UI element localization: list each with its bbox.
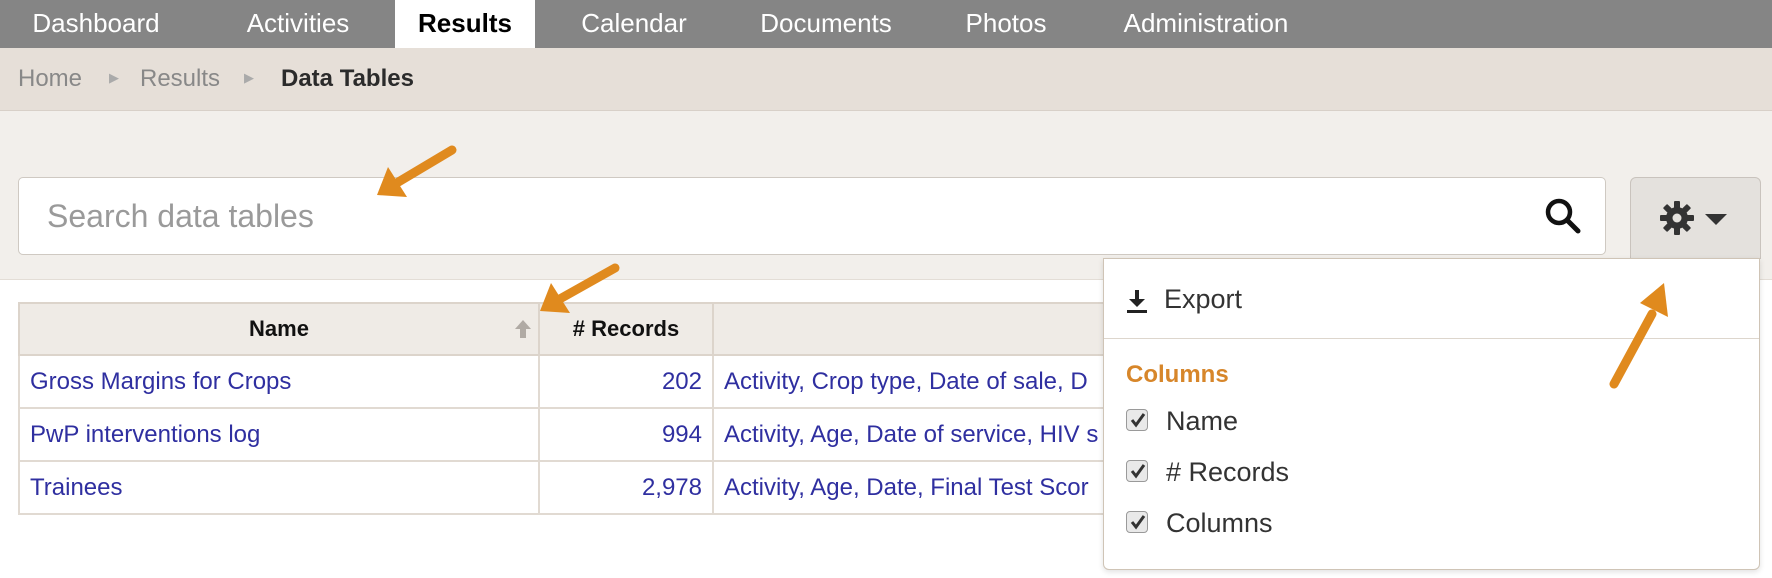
search-icon <box>1545 198 1581 234</box>
table-cell-records[interactable]: 994 <box>538 407 714 462</box>
table-cell-name[interactable]: Gross Margins for Crops <box>18 354 540 409</box>
table-cell-name[interactable]: PwP interventions log <box>18 407 540 462</box>
top-nav: Dashboard Activities Results Calendar Do… <box>0 0 1772 48</box>
tab-administration[interactable]: Administration <box>1100 0 1312 48</box>
breadcrumb-current: Data Tables <box>281 65 414 92</box>
breadcrumb-separator-icon: ▶ <box>109 70 119 85</box>
search-button[interactable] <box>1543 196 1583 236</box>
settings-dropdown-menu: Export Columns Name # Records Columns <box>1103 258 1760 570</box>
gear-icon <box>1660 201 1694 235</box>
checkbox-checked[interactable] <box>1126 511 1148 533</box>
breadcrumb: Home ▶ Results ▶ Data Tables <box>0 48 1772 111</box>
checkmark-icon <box>1130 413 1146 428</box>
table-row[interactable]: PwP interventions log 994 Activity, Age,… <box>18 407 1164 462</box>
column-header-records[interactable]: # Records <box>538 302 714 356</box>
tab-documents[interactable]: Documents <box>735 0 917 48</box>
settings-dropdown-button[interactable] <box>1630 177 1761 259</box>
export-label: Export <box>1164 284 1243 314</box>
search-input[interactable] <box>47 192 1527 240</box>
column-toggle-label: # Records <box>1166 457 1290 487</box>
table-cell-name[interactable]: Trainees <box>18 460 540 515</box>
checkbox-checked[interactable] <box>1126 460 1148 482</box>
download-icon <box>1127 290 1147 313</box>
breadcrumb-home[interactable]: Home <box>18 48 82 110</box>
table-cell-columns[interactable]: Activity, Age, Date, Final Test Scor <box>712 460 1164 515</box>
column-header-label: Name <box>249 316 309 341</box>
data-tables-table: Name # Records Gross Margins for Crops 2… <box>18 302 1164 515</box>
tab-calendar[interactable]: Calendar <box>555 0 713 48</box>
tab-photos[interactable]: Photos <box>940 0 1072 48</box>
table-header-row: Name # Records <box>18 302 1164 356</box>
table-row[interactable]: Trainees 2,978 Activity, Age, Date, Fina… <box>18 460 1164 515</box>
checkbox-checked[interactable] <box>1126 409 1148 431</box>
checkmark-icon <box>1130 515 1146 530</box>
tab-activities[interactable]: Activities <box>200 0 396 48</box>
breadcrumb-results[interactable]: Results <box>140 48 220 110</box>
table-cell-columns[interactable]: Activity, Age, Date of service, HIV s <box>712 407 1164 462</box>
table-cell-columns[interactable]: Activity, Crop type, Date of sale, D <box>712 354 1164 409</box>
column-toggle-label: Name <box>1166 406 1239 436</box>
checkmark-icon <box>1130 464 1146 479</box>
breadcrumb-separator-icon: ▶ <box>244 70 254 85</box>
column-header-columns[interactable] <box>712 302 1164 356</box>
table-cell-records[interactable]: 2,978 <box>538 460 714 515</box>
tab-dashboard[interactable]: Dashboard <box>16 0 176 48</box>
table-row[interactable]: Gross Margins for Crops 202 Activity, Cr… <box>18 354 1164 409</box>
menu-divider <box>1104 338 1759 339</box>
column-toggle-label: Columns <box>1166 508 1273 538</box>
columns-section-header: Columns <box>1126 361 1229 388</box>
tab-results[interactable]: Results <box>395 0 535 48</box>
search-box <box>18 177 1606 255</box>
caret-down-icon <box>1705 214 1727 225</box>
column-header-name[interactable]: Name <box>18 302 540 356</box>
sort-ascending-icon[interactable] <box>514 318 532 340</box>
table-cell-records[interactable]: 202 <box>538 354 714 409</box>
